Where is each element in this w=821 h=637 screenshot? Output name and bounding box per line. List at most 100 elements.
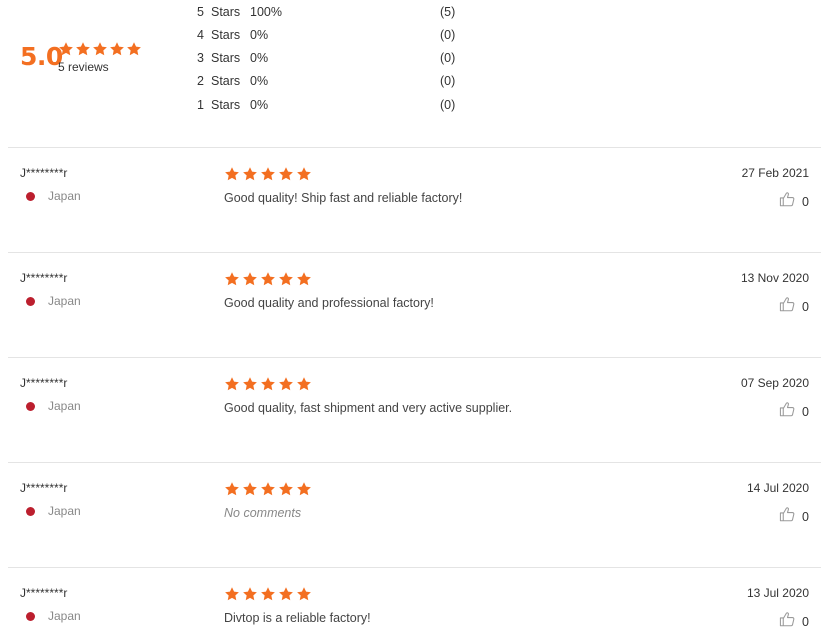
stars-label: Stars (211, 51, 241, 65)
like-count: 0 (802, 614, 809, 629)
star-icon (260, 166, 276, 182)
reviewer-country: Japan (48, 189, 81, 203)
star-icon (224, 586, 240, 602)
reviewer-country: Japan (48, 294, 81, 308)
star-icon (260, 481, 276, 497)
rating-summary: 5.0 5 reviews 5 Stars 100% (5) 4 Stars 0… (0, 0, 821, 147)
star-level: 5 (197, 5, 204, 19)
review-stars (224, 586, 312, 602)
count: (0) (440, 98, 456, 112)
star-icon (278, 586, 294, 602)
percentage: 0% (250, 51, 269, 65)
star-icon (296, 376, 312, 392)
star-icon (296, 586, 312, 602)
star-icon (260, 376, 276, 392)
review-count: 5 reviews (58, 60, 109, 74)
like-button[interactable]: 0 (779, 611, 809, 632)
percentage: 100% (250, 5, 282, 19)
thumbs-up-icon[interactable] (779, 191, 796, 212)
review-date: 14 Jul 2020 (746, 481, 809, 495)
review-item: J********r Japan Good quality, fast ship… (0, 358, 821, 463)
star-icon (224, 481, 240, 497)
like-count: 0 (802, 509, 809, 524)
star-icon (224, 376, 240, 392)
count: (5) (440, 5, 456, 19)
review-date: 13 Nov 2020 (740, 271, 809, 285)
reviewer-country: Japan (48, 609, 81, 623)
reviewer-name: J********r (20, 586, 68, 600)
reviewer-name: J********r (20, 376, 68, 390)
star-icon (260, 271, 276, 287)
japan-flag-icon (26, 192, 35, 201)
review-item: J********r Japan Good quality! Ship fast… (0, 148, 821, 253)
reviewer-name: J********r (20, 481, 68, 495)
japan-flag-icon (26, 507, 35, 516)
review-date: 27 Feb 2021 (741, 166, 809, 180)
star-icon (278, 271, 294, 287)
review-item: J********r Japan Good quality and profes… (0, 253, 821, 358)
reviewer-country: Japan (48, 504, 81, 518)
star-icon (278, 166, 294, 182)
japan-flag-icon (26, 297, 35, 306)
review-item: J********r Japan No comments 14 Jul 2020… (0, 463, 821, 568)
like-button[interactable]: 0 (779, 296, 809, 317)
thumbs-up-icon[interactable] (779, 506, 796, 527)
stars-label: Stars (211, 28, 241, 42)
reviewer-name: J********r (20, 271, 68, 285)
star-level: 4 (197, 28, 204, 42)
thumbs-up-icon[interactable] (779, 401, 796, 422)
like-button[interactable]: 0 (779, 401, 809, 422)
thumbs-up-icon[interactable] (779, 296, 796, 317)
thumbs-up-icon[interactable] (779, 611, 796, 632)
japan-flag-icon (26, 402, 35, 411)
star-icon (75, 41, 91, 57)
review-comment: Good quality and professional factory! (224, 296, 434, 310)
count: (0) (440, 28, 456, 42)
review-comment: Good quality, fast shipment and very act… (224, 401, 513, 415)
stars-label: Stars (211, 98, 241, 112)
review-stars (224, 481, 312, 497)
review-date: 07 Sep 2020 (740, 376, 809, 390)
stars-label: Stars (211, 74, 241, 88)
like-button[interactable]: 0 (779, 506, 809, 527)
star-icon (242, 376, 258, 392)
star-icon (224, 166, 240, 182)
star-icon (296, 481, 312, 497)
review-comment: Divtop is a reliable factory! (224, 611, 371, 625)
like-count: 0 (802, 404, 809, 419)
reviewer-country: Japan (48, 399, 81, 413)
like-count: 0 (802, 299, 809, 314)
review-comment: No comments (224, 506, 302, 520)
review-date: 13 Jul 2020 (746, 586, 809, 600)
review-stars (224, 166, 312, 182)
percentage: 0% (250, 98, 269, 112)
star-icon (58, 41, 74, 57)
star-icon (92, 41, 108, 57)
star-icon (278, 376, 294, 392)
count: (0) (440, 74, 456, 88)
average-stars (58, 41, 142, 57)
average-rating: 5.0 (20, 42, 63, 71)
star-icon (242, 166, 258, 182)
stars-label: Stars (211, 5, 241, 19)
star-icon (278, 481, 294, 497)
star-level: 3 (197, 51, 204, 65)
star-icon (296, 166, 312, 182)
star-icon (126, 41, 142, 57)
count: (0) (440, 51, 456, 65)
like-count: 0 (802, 194, 809, 209)
like-button[interactable]: 0 (779, 191, 809, 212)
star-icon (242, 481, 258, 497)
review-stars (224, 376, 312, 392)
star-icon (242, 271, 258, 287)
japan-flag-icon (26, 612, 35, 621)
star-icon (260, 586, 276, 602)
reviewer-name: J********r (20, 166, 68, 180)
star-icon (242, 586, 258, 602)
star-level: 2 (197, 74, 204, 88)
percentage: 0% (250, 28, 269, 42)
star-icon (296, 271, 312, 287)
star-icon (109, 41, 125, 57)
percentage: 0% (250, 74, 269, 88)
star-icon (224, 271, 240, 287)
